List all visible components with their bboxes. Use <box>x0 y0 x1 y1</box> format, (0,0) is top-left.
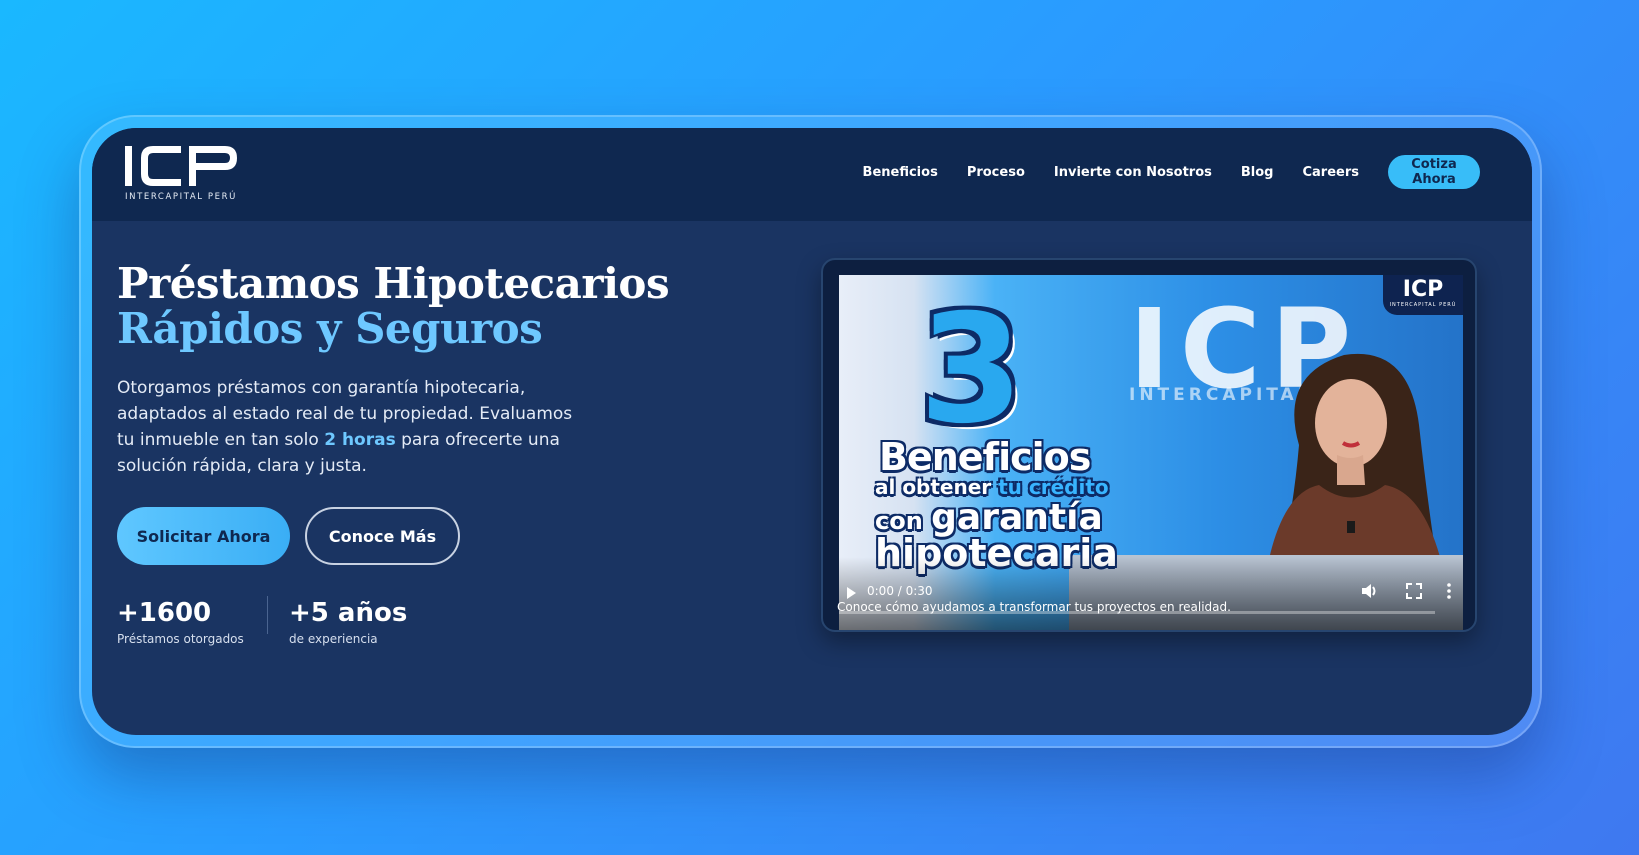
video-time: 0:00 / 0:30 <box>867 584 933 598</box>
thumbnail-line1: Beneficios <box>879 435 1091 479</box>
main-nav: Beneficios Proceso Invierte con Nosotros… <box>834 155 1480 189</box>
thumbnail-line2: al obtener tu crédito <box>875 475 1109 499</box>
thumbnail-line2b: tu crédito <box>998 475 1109 499</box>
logo-subtitle: INTERCAPITAL PERÚ <box>125 192 237 202</box>
hero-title: Préstamos Hipotecarios Rápidos y Seguros <box>117 259 670 353</box>
nav-item-blog[interactable]: Blog <box>1241 165 1274 180</box>
badge-logo: ICP <box>1402 277 1444 302</box>
more-options-icon[interactable] <box>1439 581 1459 601</box>
fullscreen-icon[interactable] <box>1404 581 1424 601</box>
cotiza-ahora-button[interactable]: Cotiza Ahora <box>1388 155 1480 189</box>
solicitar-ahora-button[interactable]: Solicitar Ahora <box>117 507 290 565</box>
conoce-mas-button[interactable]: Conoce Más <box>305 507 460 565</box>
nav-item-proceso[interactable]: Proceso <box>967 165 1025 180</box>
brand-logo[interactable]: INTERCAPITAL PERÚ <box>123 142 248 210</box>
stat-value: +1600 <box>117 598 212 628</box>
hero-description: Otorgamos préstamos con garantía hipotec… <box>117 375 592 479</box>
video-player[interactable]: ICP INTERCAPITAL PERÚ 3 Beneficios al ob… <box>839 275 1463 630</box>
stat-value: +5 años <box>289 598 408 628</box>
thumbnail-number: 3 <box>919 283 1024 457</box>
badge-subtitle: INTERCAPITAL PERÚ <box>1389 302 1457 308</box>
stat-loans: +1600 Préstamos otorgados <box>117 598 244 646</box>
stat-label: Préstamos otorgados <box>117 632 244 646</box>
hero-title-line1: Préstamos Hipotecarios <box>117 259 670 308</box>
hero-desc-highlight: 2 horas <box>324 430 396 450</box>
play-icon[interactable] <box>847 587 856 599</box>
stat-label: de experiencia <box>289 632 378 646</box>
video-channel-badge: ICP INTERCAPITAL PERÚ <box>1383 275 1463 315</box>
nav-item-careers[interactable]: Careers <box>1302 165 1359 180</box>
stat-experience: +5 años de experiencia <box>289 598 407 646</box>
thumbnail-line2a: al obtener <box>875 475 999 499</box>
hero-title-line2: Rápidos y Seguros <box>117 304 543 353</box>
video-card: ICP INTERCAPITAL PERÚ 3 Beneficios al ob… <box>821 258 1477 632</box>
video-caption: Conoce cómo ayudamos a transformar tus p… <box>837 600 1231 614</box>
navbar: INTERCAPITAL PERÚ Beneficios Proceso Inv… <box>92 128 1532 221</box>
icp-logo-icon <box>125 146 237 186</box>
stat-divider <box>267 596 268 634</box>
nav-item-beneficios[interactable]: Beneficios <box>863 165 938 180</box>
volume-icon[interactable] <box>1359 581 1379 601</box>
video-controls: 0:00 / 0:30 <box>839 557 1463 630</box>
website-container: INTERCAPITAL PERÚ Beneficios Proceso Inv… <box>92 128 1532 735</box>
nav-item-invierte[interactable]: Invierte con Nosotros <box>1054 165 1212 180</box>
